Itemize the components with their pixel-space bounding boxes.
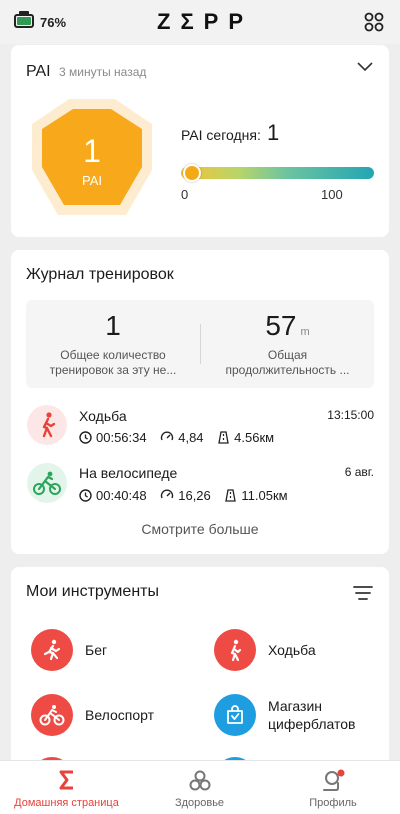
workout-duration: 57 m <box>265 310 310 341</box>
workout-duration-value: 00:56:34 <box>96 430 147 445</box>
distance-icon <box>218 431 229 444</box>
nav-home[interactable]: Домашняя страница <box>0 761 133 814</box>
workout-log-title: Журнал тренировок <box>26 266 174 283</box>
clock-icon <box>79 431 92 444</box>
workout-name: Ходьба <box>79 408 127 424</box>
shopping-bag-icon <box>214 694 256 736</box>
workout-pace-value: 16,26 <box>178 488 211 503</box>
my-tools-title: Мои инструменты <box>26 583 159 600</box>
workout-count-caption: Общее количество тренировок за эту не... <box>49 348 177 377</box>
tool-label: Ходьба <box>268 642 316 658</box>
pace-icon <box>161 489 174 499</box>
cycling-icon <box>27 463 67 503</box>
nav-health[interactable]: Здоровье <box>133 761 266 814</box>
workout-name: На велосипеде <box>79 465 178 481</box>
pai-updated-time: 3 минуты назад <box>59 65 147 79</box>
tool-label: Бег <box>85 642 108 658</box>
clock-icon <box>79 489 92 502</box>
nav-profile-label: Профиль <box>309 797 357 809</box>
health-icon <box>189 770 210 791</box>
home-sigma-icon <box>59 770 73 790</box>
workout-metrics: 00:56:34 4,84 4.56км <box>79 430 284 447</box>
menu-lines-icon[interactable] <box>353 585 373 601</box>
pai-progress-knob <box>182 164 201 182</box>
workout-time: 6 авг. <box>344 465 374 479</box>
workout-duration-caption: Общая продолжительность ... <box>225 348 350 377</box>
workout-distance-value: 4.56км <box>234 430 275 445</box>
running-icon <box>31 629 73 671</box>
chevron-down-icon[interactable] <box>357 62 373 72</box>
tool-cycling[interactable]: Велоспорт <box>31 694 154 736</box>
tool-walking[interactable]: Ходьба <box>214 629 316 671</box>
pai-today-value: 1 <box>267 120 280 145</box>
pai-today-label: PAI сегодня: <box>181 127 261 143</box>
workout-distance-value: 11.05км <box>241 488 288 503</box>
walking-icon <box>27 405 67 445</box>
pai-value: 1 <box>83 133 101 169</box>
tool-running[interactable]: Бег <box>31 629 107 671</box>
cycling-icon <box>31 694 73 736</box>
profile-icon <box>323 769 345 791</box>
pai-scale-min: 0 <box>181 187 189 202</box>
workout-duration-value: 00:40:48 <box>96 488 147 503</box>
pai-title: PAI <box>26 63 51 80</box>
workout-stats: 1 Общее количество тренировок за эту не.… <box>26 300 374 388</box>
workout-metrics: 00:40:48 16,26 11.05км <box>79 488 298 505</box>
workout-pace-value: 4,84 <box>178 430 204 445</box>
nav-health-label: Здоровье <box>174 797 225 809</box>
bottom-navigation: Домашняя страница Здоровье Профиль <box>0 760 400 814</box>
distance-icon <box>225 489 237 502</box>
tool-label: Магазин циферблатов <box>268 698 356 732</box>
pai-progress-bar <box>181 164 374 182</box>
my-tools-card: Мои инструменты Бег Ходьба Велоспорт Маг… <box>11 567 389 767</box>
workout-log-card[interactable]: Журнал тренировок 1 Общее количество тре… <box>11 250 389 554</box>
workout-time: 13:15:00 <box>327 408 374 422</box>
tool-watchface-store[interactable]: Магазин циферблатов <box>214 694 355 736</box>
pace-icon <box>161 431 174 441</box>
pai-card[interactable]: PAI 3 минуты назад 1 PAI PAI сегодня: 1 … <box>11 45 389 237</box>
workout-count: 1 <box>105 310 121 341</box>
nav-home-label: Домашняя страница <box>14 797 119 809</box>
top-bar: 76% ZΣPP <box>0 0 400 44</box>
app-logo: ZΣPP <box>157 9 253 34</box>
tool-label: Велоспорт <box>85 707 155 723</box>
pai-scale-max: 100 <box>321 187 343 202</box>
pai-unit: PAI <box>82 173 102 188</box>
nav-profile[interactable]: Профиль <box>266 761 400 814</box>
walking-icon <box>214 629 256 671</box>
see-more-link[interactable]: Смотрите больше <box>11 521 389 537</box>
apps-grid-icon[interactable] <box>364 12 384 32</box>
